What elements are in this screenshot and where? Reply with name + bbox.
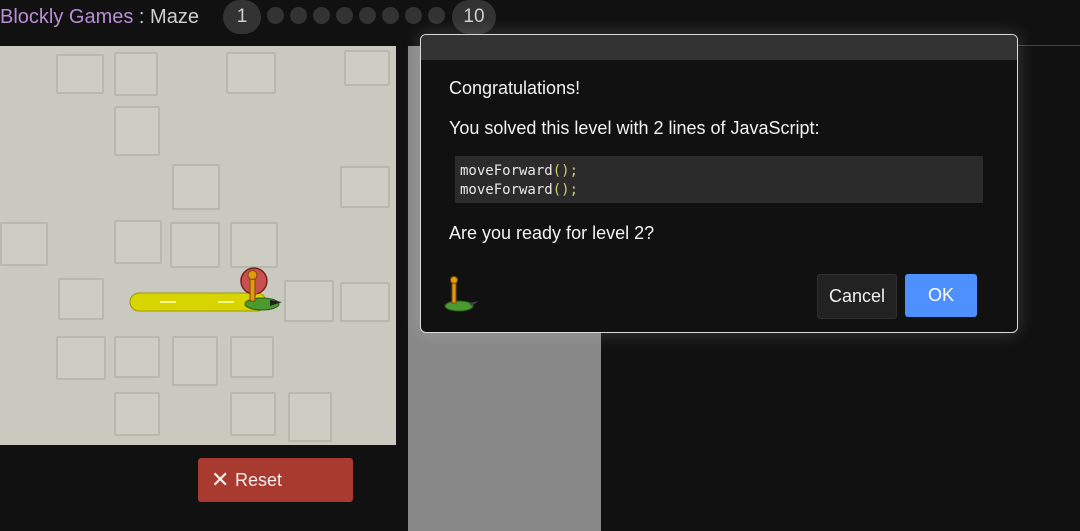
- pegman-icon: [444, 276, 479, 312]
- dialog-question: Are you ready for level 2?: [449, 223, 655, 243]
- level-5-dot[interactable]: [336, 7, 353, 24]
- level-4-dot[interactable]: [313, 7, 330, 24]
- level-7-dot[interactable]: [382, 7, 399, 24]
- maze-path-layer: [129, 267, 282, 312]
- header-divider: [1018, 45, 1080, 46]
- level-10-link[interactable]: 10: [452, 0, 496, 34]
- level-8-dot[interactable]: [405, 7, 422, 24]
- level-6-dot[interactable]: [359, 7, 376, 24]
- code-line: moveForward();: [460, 182, 578, 198]
- level-9-dot[interactable]: [428, 7, 445, 24]
- code-function: moveForward: [460, 182, 553, 198]
- page-title: Blockly Games : Maze: [0, 6, 199, 29]
- reset-button[interactable]: ✕ Reset: [198, 458, 353, 502]
- close-icon: ✕: [211, 467, 230, 492]
- reset-label: Reset: [235, 470, 283, 490]
- dialog-message: You solved this level with 2 lines of Ja…: [449, 118, 820, 138]
- code-block: moveForward(); moveForward();: [455, 156, 983, 203]
- dialog-titlebar[interactable]: [421, 35, 1017, 60]
- cancel-button[interactable]: Cancel: [817, 274, 897, 319]
- maze-canvas: [0, 46, 396, 445]
- header: Blockly Games : Maze 1 10: [0, 0, 1080, 46]
- level-1-link[interactable]: 1: [223, 0, 261, 34]
- dialog-heading: Congratulations!: [449, 78, 581, 98]
- code-function: moveForward: [460, 163, 553, 179]
- level-3-dot[interactable]: [290, 7, 307, 24]
- code-line: moveForward();: [460, 163, 578, 179]
- code-args: ();: [552, 163, 579, 179]
- title-separator: :: [133, 6, 151, 28]
- level-2-dot[interactable]: [267, 7, 284, 24]
- app-name-link[interactable]: Blockly Games: [0, 6, 133, 28]
- game-name: Maze: [150, 6, 199, 28]
- congratulations-dialog: Congratulations! You solved this level w…: [420, 34, 1018, 333]
- ok-button[interactable]: OK: [905, 274, 977, 317]
- code-args: ();: [552, 182, 579, 198]
